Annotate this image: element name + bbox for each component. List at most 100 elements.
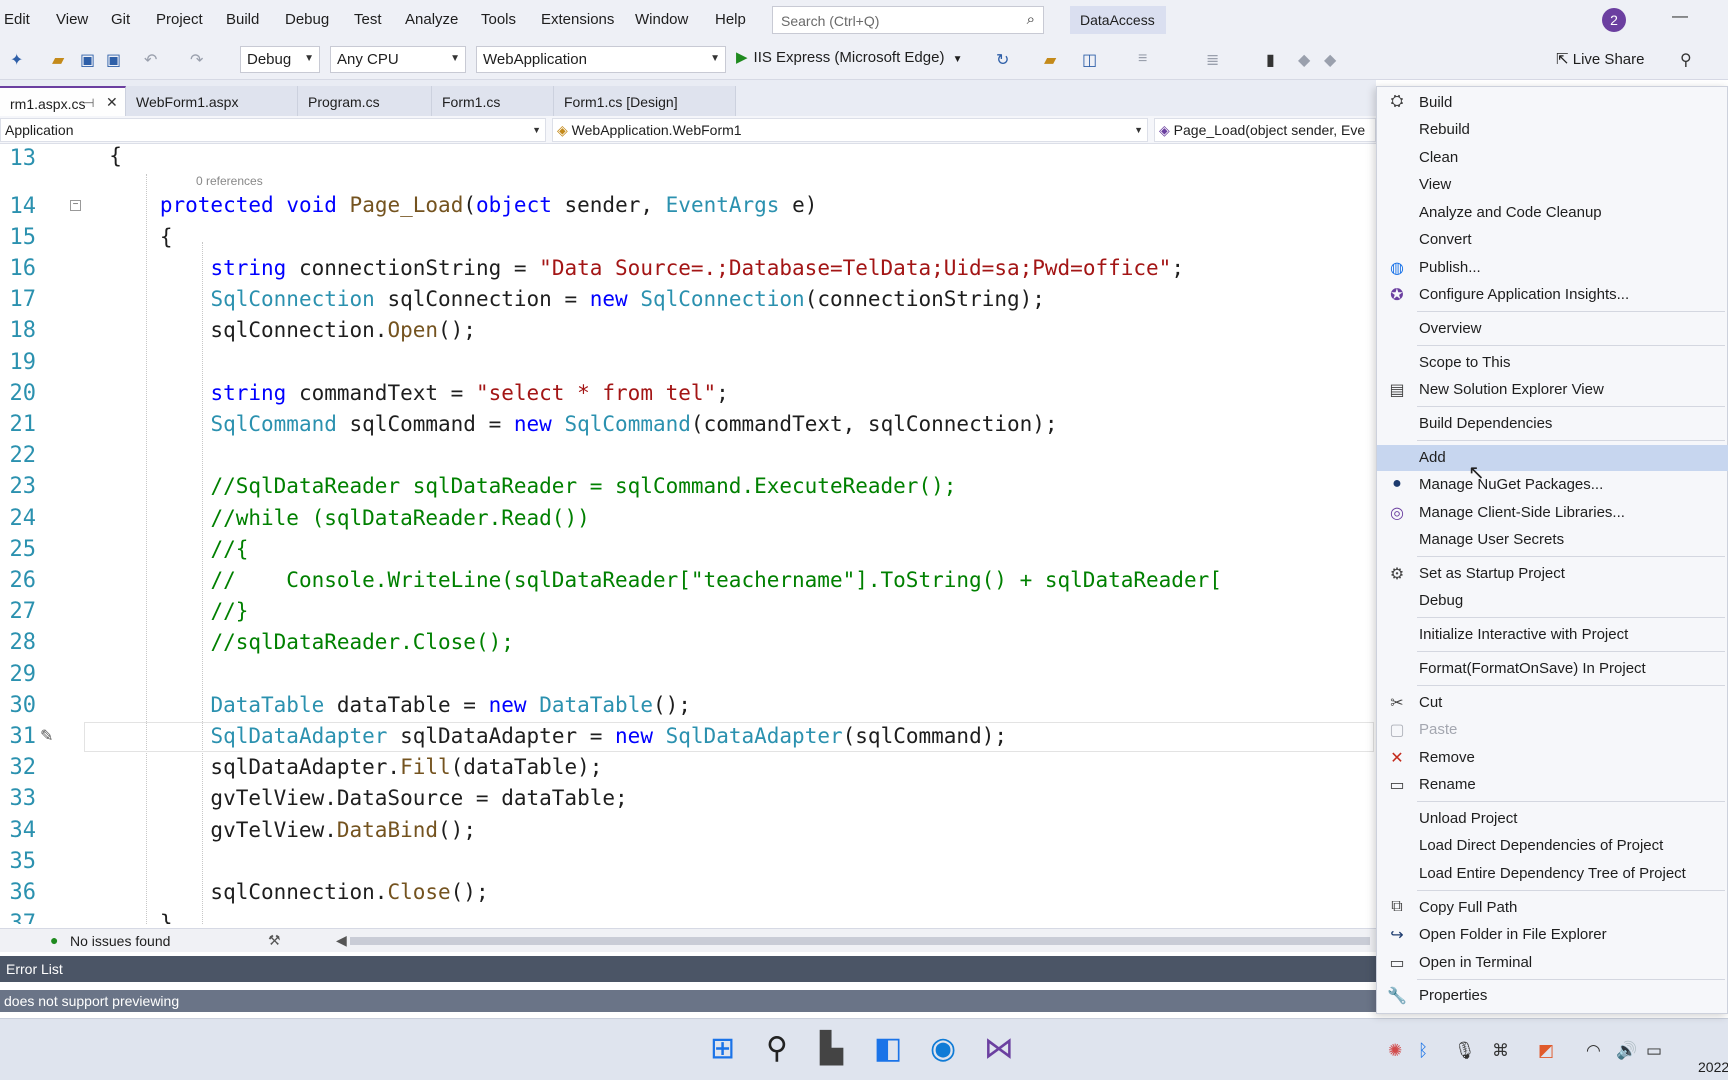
task-view-icon[interactable]: ▙: [820, 1031, 843, 1066]
code-cleanup-icon[interactable]: ⚒: [268, 932, 281, 949]
menu-analyze[interactable]: Analyze: [405, 11, 458, 28]
menu-help[interactable]: Help: [715, 11, 746, 28]
tab-webform1-aspx[interactable]: WebForm1.aspx: [126, 86, 298, 116]
search-icon[interactable]: ⚲: [766, 1031, 788, 1066]
menu-extensions[interactable]: Extensions: [541, 11, 614, 28]
redo-icon[interactable]: ↷: [190, 50, 203, 70]
wifi-icon[interactable]: ◠: [1586, 1041, 1601, 1061]
menu-item-cut[interactable]: ✂ Cut: [1377, 690, 1728, 716]
language-icon[interactable]: ⌘: [1492, 1041, 1509, 1061]
live-share-button[interactable]: ⇱ Live Share: [1556, 50, 1644, 68]
menu-item-build-dependencies[interactable]: Build Dependencies: [1377, 411, 1728, 437]
collapse-toggle[interactable]: −: [70, 200, 81, 211]
microphone-icon[interactable]: 🎙: [1454, 1041, 1476, 1061]
menu-item-remove[interactable]: ✕ Remove: [1377, 745, 1728, 771]
bluetooth-icon[interactable]: ᛒ: [1418, 1041, 1428, 1061]
project-dropdown[interactable]: Application ▼: [0, 118, 546, 142]
menu-item-unload-project[interactable]: Unload Project: [1377, 806, 1728, 832]
menu-item-view[interactable]: View: [1377, 172, 1728, 198]
windows-start-icon[interactable]: ⊞: [710, 1031, 735, 1066]
code-editor[interactable]: 13 14 15 16 17 18 19 20 21 22 23 24 25 2…: [0, 144, 1376, 924]
type-dropdown[interactable]: ◈ WebApplication.WebForm1 ▼: [552, 118, 1148, 142]
menu-window[interactable]: Window: [635, 11, 688, 28]
menu-item-publish[interactable]: ◍ Publish...: [1377, 255, 1728, 281]
sublime-tray-icon[interactable]: ◩: [1538, 1041, 1554, 1061]
pin-icon[interactable]: ⊣: [84, 96, 94, 110]
scroll-left-icon[interactable]: ◀: [336, 932, 347, 949]
open-file-icon[interactable]: ▰: [52, 50, 64, 70]
menu-item-overview[interactable]: Overview: [1377, 316, 1728, 342]
menu-git[interactable]: Git: [111, 11, 130, 28]
comment-icon[interactable]: ≡: [1138, 50, 1147, 68]
edge-browser-icon[interactable]: ◉: [930, 1031, 956, 1066]
menu-debug[interactable]: Debug: [285, 11, 329, 28]
menu-item-analyze-code-cleanup[interactable]: Analyze and Code Cleanup: [1377, 200, 1728, 226]
menu-item-manage-client-libraries[interactable]: ◎ Manage Client-Side Libraries...: [1377, 500, 1728, 526]
menu-item-copy-full-path[interactable]: ⧉ Copy Full Path: [1377, 895, 1728, 921]
menu-item-open-terminal[interactable]: ▭ Open in Terminal: [1377, 950, 1728, 976]
widgets-icon[interactable]: ◧: [874, 1031, 902, 1066]
tab-form1-cs[interactable]: Form1.cs: [432, 86, 554, 116]
menu-item-new-solution-explorer-view[interactable]: ▤ New Solution Explorer View: [1377, 377, 1728, 403]
browser-link-icon[interactable]: ◫: [1082, 50, 1097, 70]
menu-item-initialize-interactive[interactable]: Initialize Interactive with Project: [1377, 622, 1728, 648]
menu-item-manage-nuget[interactable]: ● Manage NuGet Packages...: [1377, 472, 1728, 498]
app-tray-icon[interactable]: ✺: [1388, 1041, 1402, 1061]
menu-item-rebuild[interactable]: Rebuild: [1377, 117, 1728, 143]
menu-item-load-direct-dependencies[interactable]: Load Direct Dependencies of Project: [1377, 833, 1728, 859]
menu-item-debug[interactable]: Debug: [1377, 588, 1728, 614]
bookmark-next-icon[interactable]: ◆: [1324, 50, 1336, 70]
error-list-header[interactable]: Error List: [0, 956, 1376, 982]
bookmark-icon[interactable]: ▮: [1266, 50, 1275, 70]
menu-item-properties[interactable]: 🔧 Properties: [1377, 983, 1728, 1009]
code-lens-references[interactable]: 0 references: [196, 174, 263, 188]
menu-build[interactable]: Build: [226, 11, 259, 28]
menu-tools[interactable]: Tools: [481, 11, 516, 28]
horizontal-scrollbar[interactable]: [350, 937, 1370, 945]
folder-icon[interactable]: ▰: [1044, 50, 1056, 70]
bookmark-prev-icon[interactable]: ◆: [1298, 50, 1310, 70]
visual-studio-icon[interactable]: ⋈: [984, 1031, 1014, 1066]
battery-icon[interactable]: ▭: [1646, 1041, 1662, 1061]
new-project-icon[interactable]: ✦: [10, 50, 23, 70]
platform-select[interactable]: Any CPU ▼: [330, 46, 466, 73]
menu-item-convert[interactable]: Convert: [1377, 227, 1728, 253]
save-all-icon[interactable]: ▣: [106, 50, 121, 70]
menu-item-open-folder[interactable]: ↪ Open Folder in File Explorer: [1377, 922, 1728, 948]
menu-item-clean[interactable]: Clean: [1377, 145, 1728, 171]
solution-name[interactable]: DataAccess: [1070, 6, 1166, 34]
menu-item-load-dependency-tree[interactable]: Load Entire Dependency Tree of Project: [1377, 861, 1728, 887]
menu-item-build[interactable]: ⛭ Build: [1377, 90, 1728, 116]
run-button[interactable]: ▶ IIS Express (Microsoft Edge) ▼: [736, 48, 963, 72]
menu-item-manage-user-secrets[interactable]: Manage User Secrets: [1377, 527, 1728, 553]
configuration-select[interactable]: Debug ▼: [240, 46, 320, 73]
menu-item-paste[interactable]: ▢ Paste: [1377, 717, 1728, 743]
startup-project-select[interactable]: WebApplication ▼: [476, 46, 726, 73]
clock-date[interactable]: 2022-: [1698, 1059, 1728, 1075]
menu-view[interactable]: View: [56, 11, 88, 28]
menu-item-format-on-save[interactable]: Format(FormatOnSave) In Project: [1377, 656, 1728, 682]
undo-icon[interactable]: ↶: [144, 50, 157, 70]
menu-test[interactable]: Test: [354, 11, 382, 28]
tab-webform1-aspx-cs[interactable]: rm1.aspx.cs ⊣ ✕: [0, 86, 126, 116]
menu-item-add[interactable]: Add: [1377, 445, 1728, 471]
save-icon[interactable]: ▣: [80, 50, 95, 70]
tab-form1-cs-design[interactable]: Form1.cs [Design]: [554, 86, 736, 116]
close-icon[interactable]: ✕: [106, 94, 118, 111]
refresh-icon[interactable]: ↻: [996, 50, 1009, 70]
issues-status[interactable]: No issues found: [70, 933, 170, 949]
tab-program-cs[interactable]: Program.cs: [298, 86, 432, 116]
volume-icon[interactable]: 🔊: [1616, 1041, 1637, 1061]
profile-badge[interactable]: 2: [1602, 8, 1626, 32]
menu-project[interactable]: Project: [156, 11, 203, 28]
menu-item-set-startup[interactable]: ⚙ Set as Startup Project: [1377, 561, 1728, 587]
menu-item-rename[interactable]: ▭ Rename: [1377, 772, 1728, 798]
menu-edit[interactable]: Edit: [4, 11, 30, 28]
menu-item-scope-to-this[interactable]: Scope to This: [1377, 350, 1728, 376]
search-input[interactable]: Search (Ctrl+Q) ⌕: [772, 6, 1044, 34]
menu-item-configure-insights[interactable]: ✪ Configure Application Insights...: [1377, 282, 1728, 308]
indent-icon[interactable]: ≣: [1206, 50, 1219, 70]
minimize-icon[interactable]: —: [1672, 8, 1688, 26]
member-dropdown[interactable]: ◈ Page_Load(object sender, Eve: [1154, 118, 1376, 142]
feedback-icon[interactable]: ⚲: [1680, 50, 1692, 70]
